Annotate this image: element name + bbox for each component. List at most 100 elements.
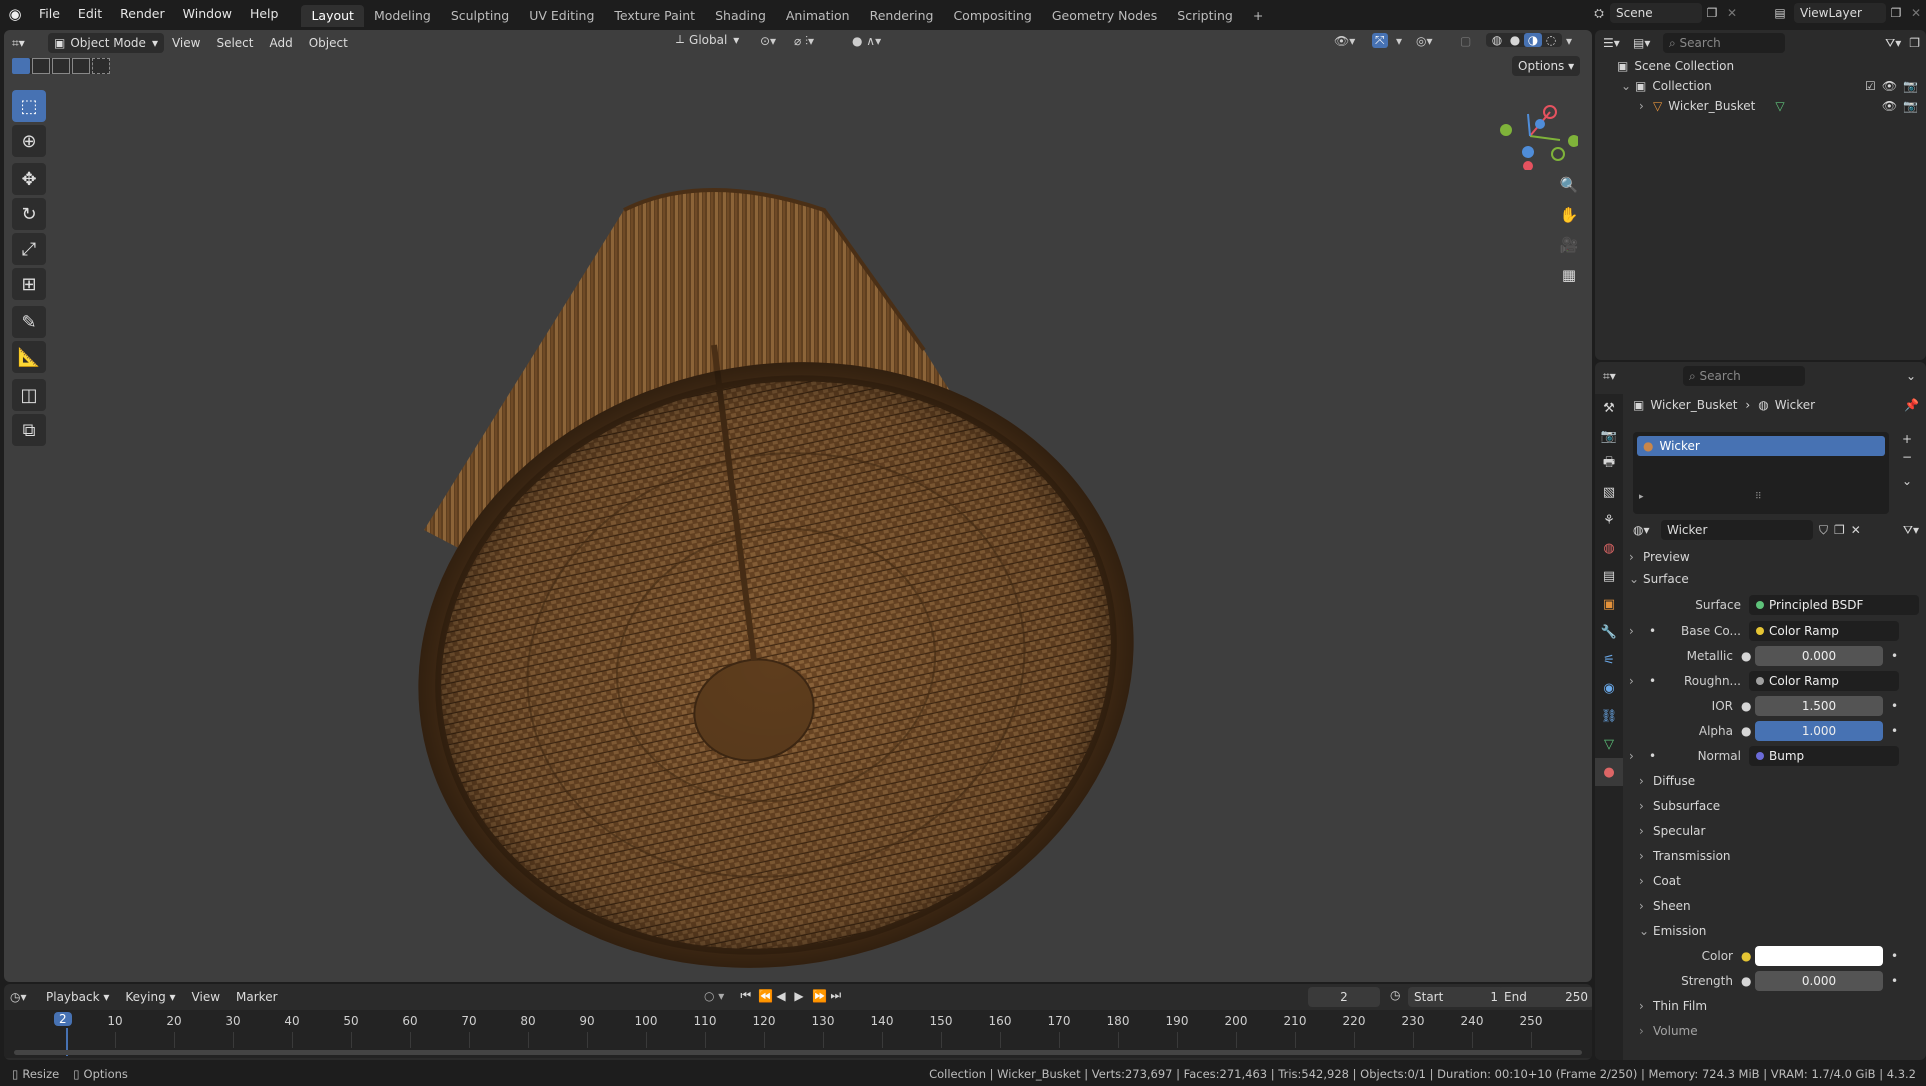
chevron-right-icon[interactable]: › [1629, 624, 1649, 638]
overlay-icon[interactable]: ◎▾ [1416, 34, 1433, 48]
menu-window[interactable]: Window [174, 0, 241, 28]
base-color-field[interactable]: Color Ramp [1749, 621, 1899, 641]
outliner-row-scene-collection[interactable]: ▣ Scene Collection [1595, 56, 1926, 76]
proportional-edit-icon[interactable]: ● ∧▾ [852, 34, 881, 48]
material-slot-item[interactable]: ● Wicker [1637, 436, 1885, 456]
particles-tab-icon[interactable]: ⚟ [1595, 646, 1623, 674]
mode-dropdown[interactable]: ▣ Object Mode ▾ [48, 33, 164, 53]
normal-field[interactable]: Bump [1749, 746, 1899, 766]
ior-field[interactable]: 1.500 [1755, 696, 1883, 716]
section-diffuse[interactable]: › Diffuse [1639, 770, 1695, 792]
scale-tool-icon[interactable]: ⤢ [12, 233, 46, 265]
section-sheen[interactable]: › Sheen [1639, 895, 1691, 917]
world-tab-icon[interactable]: ◍ [1595, 534, 1623, 562]
new-view-layer-icon[interactable]: ❐ [1886, 6, 1906, 20]
surface-shader-field[interactable]: Principled BSDF [1749, 595, 1919, 615]
menu-playback[interactable]: Playback ▾ [38, 985, 117, 1009]
output-tab-icon[interactable]: 🖶 [1595, 450, 1623, 478]
visibility-eye-icon[interactable]: 👁 [1882, 79, 1897, 93]
mesh-data-icon[interactable]: ▽ [1775, 99, 1784, 113]
section-emission[interactable]: ⌄ Emission [1639, 920, 1706, 942]
select-intersect-icon[interactable] [92, 58, 110, 74]
roughness-field[interactable]: Color Ramp [1749, 671, 1899, 691]
gizmo-y-icon[interactable] [1568, 135, 1578, 147]
add-cone-tool-icon[interactable]: ⧉ [12, 414, 46, 446]
material-link-icon[interactable]: ⛛▾ [1903, 523, 1919, 538]
menu-keying[interactable]: Keying ▾ [117, 985, 183, 1009]
exclude-checkbox-icon[interactable]: ☑ [1865, 79, 1876, 93]
end-frame-field[interactable]: End 250 [1498, 987, 1592, 1007]
menu-select[interactable]: Select [208, 31, 261, 55]
pin-icon[interactable]: 📌 [1904, 398, 1919, 412]
annotate-tool-icon[interactable]: ✎ [12, 306, 46, 338]
outliner-search-input[interactable]: ⌕ Search [1663, 33, 1785, 53]
playhead-label[interactable]: 2 [54, 1012, 72, 1026]
fake-user-icon[interactable]: ⛉ [1819, 523, 1828, 538]
object-tab-icon[interactable]: ▣ [1595, 590, 1623, 618]
new-scene-icon[interactable]: ❐ [1702, 6, 1722, 20]
tab-geometry-nodes[interactable]: Geometry Nodes [1042, 5, 1167, 27]
slot-specials-icon[interactable]: ⌄ [1895, 474, 1919, 498]
alpha-field[interactable]: 1.000 [1755, 721, 1883, 741]
add-cube-tool-icon[interactable]: ◫ [12, 379, 46, 411]
menu-view[interactable]: View [164, 31, 208, 55]
keyframe-dot-icon[interactable]: • [1891, 724, 1898, 738]
visibility-icon[interactable]: 👁▾ [1334, 34, 1355, 48]
scene-tab-icon[interactable]: ⚘ [1595, 506, 1623, 534]
properties-editor-icon[interactable]: ⌗▾ [1603, 369, 1643, 384]
tab-uv-editing[interactable]: UV Editing [519, 5, 604, 27]
gizmo-toggle-icon[interactable]: ⤧ [1372, 33, 1388, 48]
collection-tab-icon[interactable]: ▤ [1595, 562, 1623, 590]
rendered-shading-icon[interactable]: ◌ [1542, 33, 1560, 47]
resize-handle-icon[interactable]: ⠿ [1755, 492, 1762, 502]
duplicate-material-icon[interactable]: ❐ [1834, 523, 1845, 537]
chevron-down-icon[interactable]: ⌄ [1906, 369, 1916, 383]
keyframe-dot-icon[interactable]: • [1891, 949, 1898, 963]
chevron-right-icon[interactable]: › [1629, 749, 1649, 763]
tab-layout[interactable]: Layout [301, 5, 364, 27]
play-reverse-icon[interactable]: ◀ [776, 989, 794, 1003]
select-new-icon[interactable] [12, 58, 30, 74]
render-camera-icon[interactable]: 📷 [1903, 99, 1918, 113]
timeline-editor-icon[interactable]: ◷▾ [10, 990, 38, 1004]
menu-render[interactable]: Render [111, 0, 174, 28]
material-shading-icon[interactable]: ◑ [1524, 33, 1542, 47]
material-name-field[interactable]: Wicker [1661, 520, 1813, 540]
physics-tab-icon[interactable]: ◉ [1595, 674, 1623, 702]
menu-timeline-view[interactable]: View [184, 985, 228, 1009]
metallic-field[interactable]: 0.000 [1755, 646, 1883, 666]
emission-color-swatch[interactable] [1755, 946, 1883, 966]
snap-icon[interactable]: ⌀ ⫶▾ [794, 34, 814, 49]
camera-view-icon[interactable]: 🎥 [1556, 232, 1582, 258]
jump-keyframe-forward-icon[interactable]: ⏩ [812, 989, 830, 1003]
tab-modeling[interactable]: Modeling [364, 5, 441, 27]
gizmo-x-icon[interactable] [1523, 161, 1533, 170]
section-surface[interactable]: ⌄ Surface [1629, 568, 1689, 590]
gizmo-y-pos-icon[interactable] [1500, 124, 1512, 136]
section-coat[interactable]: › Coat [1639, 870, 1681, 892]
play-icon[interactable]: ▶ [794, 989, 812, 1003]
data-tab-icon[interactable]: ▽ [1595, 730, 1623, 758]
render-tab-icon[interactable]: 📷 [1595, 422, 1623, 450]
select-subtract-icon[interactable] [52, 58, 70, 74]
scene-field[interactable]: Scene [1610, 3, 1702, 23]
measure-tool-icon[interactable]: 📐 [12, 341, 46, 373]
editor-type-icon[interactable]: ⌗▾ [4, 31, 42, 55]
transform-orientation[interactable]: ⟂ Global ▾ [676, 32, 739, 47]
gizmo-dropdown-icon[interactable]: ▾ [1396, 34, 1402, 48]
menu-marker[interactable]: Marker [228, 985, 285, 1009]
keyframe-dot-icon[interactable]: • [1891, 699, 1898, 713]
pan-hand-icon[interactable]: ✋ [1556, 202, 1582, 228]
gizmo-z-neg-icon[interactable] [1522, 146, 1534, 158]
select-extend-icon[interactable] [32, 58, 50, 74]
move-tool-icon[interactable]: ✥ [12, 163, 46, 195]
select-box-tool-icon[interactable]: ⬚ [12, 90, 46, 122]
add-workspace-icon[interactable]: + [1243, 5, 1273, 27]
display-mode-icon[interactable]: ▤▾ [1633, 36, 1663, 50]
keyframe-dot-icon[interactable]: • [1891, 649, 1898, 663]
solid-shading-icon[interactable]: ● [1506, 33, 1524, 47]
emission-strength-field[interactable]: 0.000 [1755, 971, 1883, 991]
tab-animation[interactable]: Animation [776, 5, 860, 27]
modifier-tab-icon[interactable]: 🔧 [1595, 618, 1623, 646]
section-specular[interactable]: › Specular [1639, 820, 1705, 842]
